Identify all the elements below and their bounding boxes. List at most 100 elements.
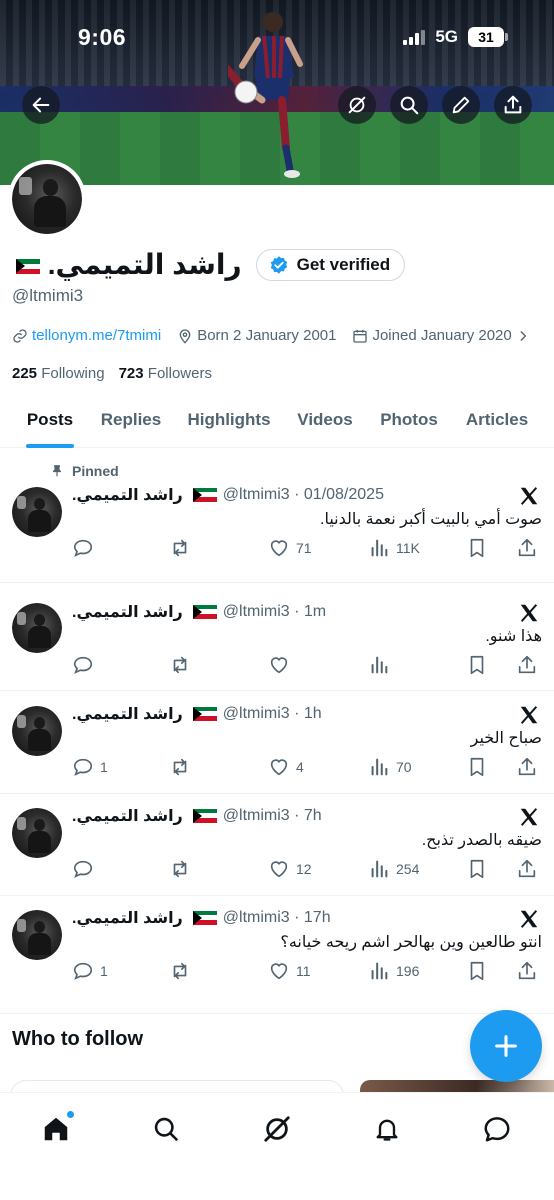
post-actions: 1 11 196	[72, 960, 540, 982]
profile-link[interactable]: tellonym.me/7tmimi	[12, 327, 161, 344]
x-logo-icon	[520, 706, 538, 724]
heart-icon	[270, 963, 288, 980]
bookmark-button[interactable]	[466, 858, 488, 880]
followers-link[interactable]: 723 Followers	[119, 365, 212, 382]
bell-icon	[376, 1119, 398, 1141]
views-count: 11K	[396, 540, 420, 556]
like-button[interactable]: 12	[268, 858, 312, 880]
followers-label: Followers	[147, 365, 212, 382]
kuwait-flag-icon	[192, 487, 217, 503]
like-button[interactable]: 71	[268, 537, 312, 559]
post[interactable]: راشد التميمي. @ltmimi3 · 1h صباح الخير 1…	[0, 691, 554, 794]
share-post-button[interactable]	[516, 537, 538, 559]
post-author-name[interactable]: راشد التميمي.	[72, 485, 183, 505]
repost-button[interactable]	[168, 858, 198, 880]
profile-joined[interactable]: Joined January 2020	[352, 327, 529, 344]
views-button[interactable]: 254	[368, 858, 419, 880]
share-post-button[interactable]	[516, 654, 538, 676]
like-button[interactable]: 4	[268, 756, 304, 778]
like-button[interactable]	[268, 654, 296, 676]
heart-icon	[270, 540, 288, 557]
post-meta: @ltmimi3 · 1m	[222, 603, 327, 620]
search-profile-button[interactable]	[390, 86, 428, 124]
share-post-button[interactable]	[516, 756, 538, 778]
like-count: 71	[296, 540, 312, 556]
tab-photos[interactable]: Photos	[380, 396, 438, 448]
repost-button[interactable]	[168, 654, 198, 676]
notification-dot	[67, 1111, 74, 1118]
reply-button[interactable]: 1	[72, 756, 108, 778]
post-author-name[interactable]: راشد التميمي.	[72, 704, 183, 724]
compose-post-button[interactable]	[470, 1010, 542, 1082]
tab-posts[interactable]: Posts	[26, 396, 74, 448]
bookmark-button[interactable]	[466, 537, 488, 559]
share-post-button[interactable]	[516, 960, 538, 982]
who-to-follow-title: Who to follow	[12, 1028, 144, 1050]
repost-icon	[173, 758, 187, 776]
reply-button[interactable]	[72, 537, 100, 559]
post-avatar[interactable]	[12, 487, 62, 537]
following-link[interactable]: 225 Following	[12, 365, 105, 382]
tab-replies[interactable]: Replies	[100, 396, 162, 448]
nav-notifications[interactable]	[367, 1109, 407, 1149]
reply-button[interactable]	[72, 858, 100, 880]
post-meta: @ltmimi3 · 17h	[222, 909, 331, 926]
messages-icon	[484, 1117, 510, 1142]
tab-videos[interactable]: Videos	[296, 396, 354, 448]
post-author-name[interactable]: راشد التميمي.	[72, 602, 183, 622]
signal-icon	[403, 29, 426, 45]
edit-button[interactable]	[442, 86, 480, 124]
share-profile-button[interactable]	[494, 86, 532, 124]
search-icon	[154, 1117, 178, 1141]
views-button[interactable]	[368, 654, 396, 676]
profile-link-text[interactable]: tellonym.me/7tmimi	[32, 327, 161, 344]
nav-messages[interactable]	[477, 1109, 517, 1149]
share-icon	[504, 95, 522, 114]
post-author-name[interactable]: راشد التميمي.	[72, 806, 183, 826]
nav-home[interactable]	[36, 1109, 76, 1149]
back-button[interactable]	[22, 86, 60, 124]
pin-icon	[52, 465, 62, 477]
post-pinned[interactable]: Pinned راشد التميمي. @ltmimi3 · 01/08/20…	[0, 449, 554, 583]
profile-avatar[interactable]	[8, 160, 86, 238]
post-avatar[interactable]	[12, 910, 62, 960]
bookmark-button[interactable]	[466, 960, 488, 982]
post[interactable]: راشد التميمي. @ltmimi3 · 7h ضيقه بالصدر …	[0, 794, 554, 896]
post-actions: 1 4 70	[72, 756, 540, 778]
x-logo-icon	[520, 910, 538, 928]
bookmark-icon	[470, 961, 484, 981]
tab-articles[interactable]: Articles	[464, 396, 530, 448]
bookmark-button[interactable]	[466, 756, 488, 778]
grok-button[interactable]	[338, 86, 376, 124]
reply-button[interactable]: 1	[72, 960, 108, 982]
share-post-button[interactable]	[516, 858, 538, 880]
get-verified-button[interactable]: Get verified	[255, 248, 406, 281]
post[interactable]: راشد التميمي. @ltmimi3 · 1m هذا شنو.	[0, 583, 554, 691]
like-button[interactable]: 11	[268, 960, 311, 982]
reply-button[interactable]	[72, 654, 100, 676]
bookmark-button[interactable]	[466, 654, 488, 676]
post[interactable]: راشد التميمي. @ltmimi3 · 17h انتو طالعين…	[0, 896, 554, 1014]
status-indicators: 5G 31	[403, 27, 508, 47]
reply-icon	[73, 860, 93, 878]
profile-handle: @ltmimi3	[12, 286, 84, 305]
repost-button[interactable]	[168, 756, 198, 778]
post-header: راشد التميمي. @ltmimi3 · 17h	[72, 908, 331, 928]
nav-search[interactable]	[146, 1109, 186, 1149]
views-button[interactable]: 11K	[368, 537, 420, 559]
views-button[interactable]: 70	[368, 756, 412, 778]
post-meta: @ltmimi3 · 1h	[222, 705, 322, 722]
post-avatar[interactable]	[12, 808, 62, 858]
post-avatar[interactable]	[12, 603, 62, 653]
repost-button[interactable]	[168, 960, 198, 982]
views-button[interactable]: 196	[368, 960, 419, 982]
repost-button[interactable]	[168, 537, 198, 559]
x-logo-icon	[520, 604, 538, 622]
tab-label: Videos	[297, 410, 353, 429]
tab-highlights[interactable]: Highlights	[187, 396, 271, 448]
post-avatar[interactable]	[12, 706, 62, 756]
pinned-indicator: Pinned	[50, 463, 119, 479]
post-author-name[interactable]: راشد التميمي.	[72, 908, 183, 928]
nav-grok[interactable]	[257, 1109, 297, 1149]
tab-active-indicator	[26, 444, 74, 448]
